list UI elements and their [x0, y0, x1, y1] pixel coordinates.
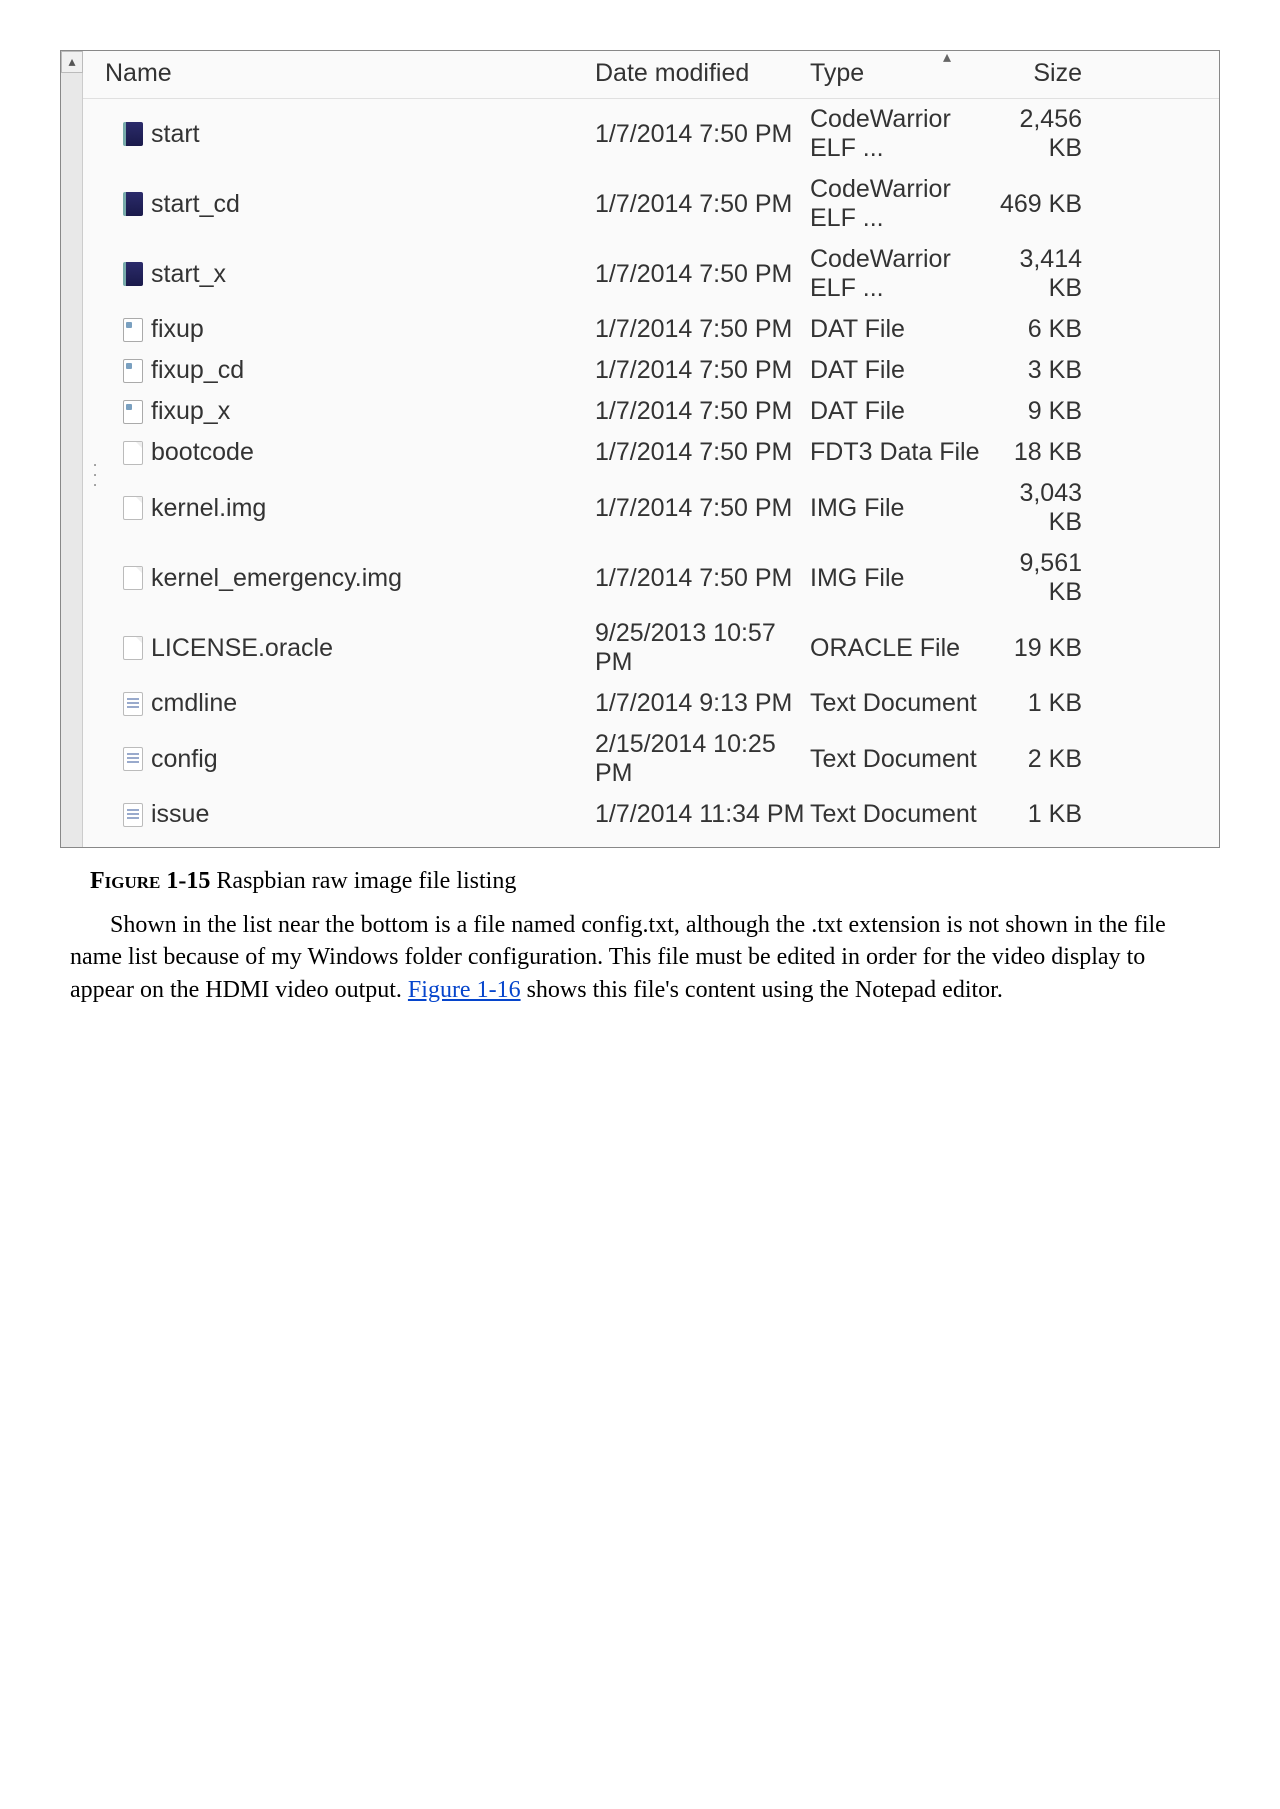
txt-file-icon: [123, 692, 143, 716]
file-row[interactable]: start 1/7/2014 7:50 PMCodeWarrior ELF ...…: [83, 99, 1219, 169]
file-date: 1/7/2014 7:50 PM: [595, 356, 810, 385]
explorer-window: ▴ ••• Name Date modified Type Size ▴ sta…: [60, 50, 1220, 848]
column-header-date[interactable]: Date modified: [595, 59, 810, 88]
file-file-icon: [123, 566, 143, 590]
file-type: ORACLE File: [810, 634, 990, 663]
file-row[interactable]: fixup_x 1/7/2014 7:50 PMDAT File9 KB: [83, 391, 1219, 432]
file-name: fixup_cd: [151, 356, 244, 385]
file-date: 1/7/2014 7:50 PM: [595, 315, 810, 344]
vertical-scrollbar[interactable]: ▴: [61, 51, 83, 847]
file-type: IMG File: [810, 564, 990, 593]
file-row[interactable]: fixup_cd 1/7/2014 7:50 PMDAT File3 KB: [83, 350, 1219, 391]
column-header-name[interactable]: Name: [105, 59, 595, 88]
paragraph-part2: shows this file's content using the Note…: [521, 977, 1003, 1003]
file-size: 3,043 KB: [990, 479, 1100, 537]
column-header-size[interactable]: Size: [990, 59, 1100, 88]
scroll-up-arrow-icon[interactable]: ▴: [61, 51, 83, 73]
figure-label-number: 1-15: [166, 868, 210, 894]
file-size: 9,561 KB: [990, 549, 1100, 607]
file-name: start_x: [151, 260, 226, 289]
file-type: FDT3 Data File: [810, 438, 990, 467]
column-header-type[interactable]: Type: [810, 59, 990, 88]
body-paragraph: Shown in the list near the bottom is a f…: [70, 909, 1210, 1006]
file-type: DAT File: [810, 356, 990, 385]
file-type: DAT File: [810, 315, 990, 344]
file-name: issue: [151, 800, 209, 829]
file-size: 2,456 KB: [990, 105, 1100, 163]
figure-caption: Figure 1-15 Raspbian raw image file list…: [90, 868, 1240, 895]
scroll-grip-icon[interactable]: •••: [89, 461, 101, 491]
file-row[interactable]: start_cd 1/7/2014 7:50 PMCodeWarrior ELF …: [83, 169, 1219, 239]
dat-file-icon: [123, 359, 143, 383]
file-name: bootcode: [151, 438, 254, 467]
figure-label-prefix: Figure: [90, 868, 160, 894]
file-type: CodeWarrior ELF ...: [810, 105, 990, 163]
file-row[interactable]: cmdline 1/7/2014 9:13 PMText Document1 KB: [83, 683, 1219, 724]
file-file-icon: [123, 636, 143, 660]
file-name: kernel.img: [151, 494, 266, 523]
file-size: 19 KB: [990, 634, 1100, 663]
file-date: 9/25/2013 10:57 PM: [595, 619, 810, 677]
file-name: fixup_x: [151, 397, 230, 426]
txt-file-icon: [123, 747, 143, 771]
file-row[interactable]: bootcode 1/7/2014 7:50 PMFDT3 Data File18…: [83, 432, 1219, 473]
file-date: 1/7/2014 7:50 PM: [595, 260, 810, 289]
file-type: CodeWarrior ELF ...: [810, 245, 990, 303]
file-name: start: [151, 120, 200, 149]
file-date: 1/7/2014 7:50 PM: [595, 564, 810, 593]
file-file-icon: [123, 496, 143, 520]
figure-link[interactable]: Figure 1-16: [408, 977, 521, 1003]
file-row[interactable]: config 2/15/2014 10:25 PMText Document2 K…: [83, 724, 1219, 794]
file-date: 1/7/2014 7:50 PM: [595, 397, 810, 426]
file-name: LICENSE.oracle: [151, 634, 333, 663]
file-row[interactable]: issue 1/7/2014 11:34 PMText Document1 KB: [83, 794, 1219, 835]
file-type: Text Document: [810, 745, 990, 774]
file-type: DAT File: [810, 397, 990, 426]
file-row[interactable]: LICENSE.oracle 9/25/2013 10:57 PMORACLE F…: [83, 613, 1219, 683]
file-name: fixup: [151, 315, 204, 344]
dat-file-icon: [123, 400, 143, 424]
txt-file-icon: [123, 803, 143, 827]
file-name: cmdline: [151, 689, 237, 718]
file-date: 1/7/2014 7:50 PM: [595, 494, 810, 523]
file-row[interactable]: kernel.img 1/7/2014 7:50 PMIMG File3,043 …: [83, 473, 1219, 543]
file-size: 2 KB: [990, 745, 1100, 774]
sort-indicator-icon: ▴: [943, 47, 951, 67]
column-header-row: Name Date modified Type Size ▴: [83, 51, 1219, 99]
file-size: 3,414 KB: [990, 245, 1100, 303]
elf-file-icon: [123, 192, 143, 216]
elf-file-icon: [123, 122, 143, 146]
figure-caption-text: Raspbian raw image file listing: [216, 868, 516, 894]
file-date: 1/7/2014 7:50 PM: [595, 190, 810, 219]
file-date: 2/15/2014 10:25 PM: [595, 730, 810, 788]
file-date: 1/7/2014 9:13 PM: [595, 689, 810, 718]
file-row[interactable]: kernel_emergency.img 1/7/2014 7:50 PMIMG …: [83, 543, 1219, 613]
file-type: Text Document: [810, 800, 990, 829]
file-name: config: [151, 745, 218, 774]
file-row[interactable]: fixup 1/7/2014 7:50 PMDAT File6 KB: [83, 309, 1219, 350]
file-size: 18 KB: [990, 438, 1100, 467]
elf-file-icon: [123, 262, 143, 286]
file-name: start_cd: [151, 190, 240, 219]
file-date: 1/7/2014 7:50 PM: [595, 120, 810, 149]
file-name: kernel_emergency.img: [151, 564, 402, 593]
file-size: 9 KB: [990, 397, 1100, 426]
file-list-pane: Name Date modified Type Size ▴ start 1/7/…: [83, 51, 1219, 847]
file-row[interactable]: start_x 1/7/2014 7:50 PMCodeWarrior ELF .…: [83, 239, 1219, 309]
file-file-icon: [123, 441, 143, 465]
file-size: 469 KB: [990, 190, 1100, 219]
file-size: 3 KB: [990, 356, 1100, 385]
file-size: 1 KB: [990, 800, 1100, 829]
file-type: Text Document: [810, 689, 990, 718]
file-date: 1/7/2014 11:34 PM: [595, 800, 810, 829]
file-size: 1 KB: [990, 689, 1100, 718]
file-date: 1/7/2014 7:50 PM: [595, 438, 810, 467]
dat-file-icon: [123, 318, 143, 342]
file-type: IMG File: [810, 494, 990, 523]
file-type: CodeWarrior ELF ...: [810, 175, 990, 233]
file-size: 6 KB: [990, 315, 1100, 344]
